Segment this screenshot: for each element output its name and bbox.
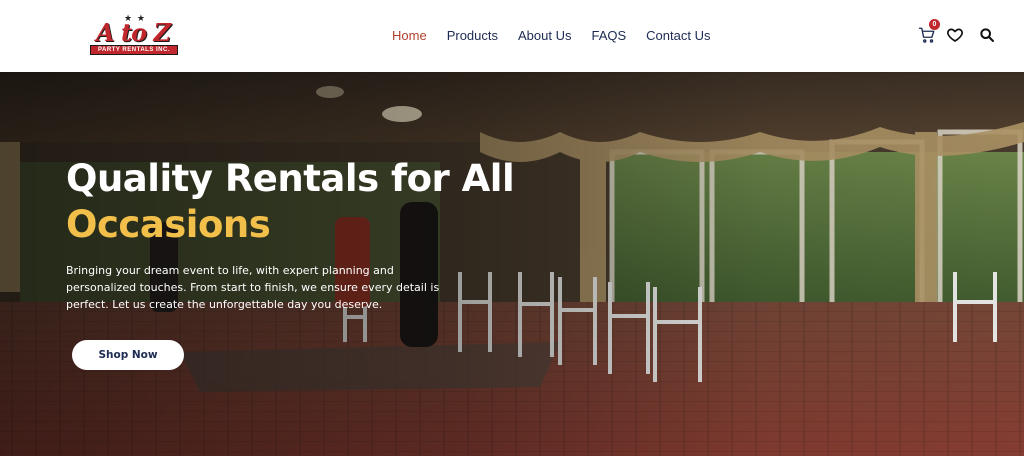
search-button[interactable] xyxy=(976,24,998,46)
site-header: ★ ★ A to Z PARTY RENTALS INC. Home Produ… xyxy=(0,0,1024,72)
hero-title: Quality Rentals for All Occasions xyxy=(66,156,586,248)
nav-products[interactable]: Products xyxy=(447,26,498,46)
shop-now-button[interactable]: Shop Now xyxy=(72,340,184,370)
nav-about-us[interactable]: About Us xyxy=(518,26,571,46)
nav-faqs[interactable]: FAQS xyxy=(591,26,626,46)
cart-count-badge: 0 xyxy=(929,19,940,30)
logo-ribbon: PARTY RENTALS INC. xyxy=(90,45,178,55)
logo-mark: A to Z xyxy=(96,18,171,47)
heart-icon xyxy=(947,28,963,42)
wishlist-button[interactable] xyxy=(944,24,966,46)
cart-button[interactable]: 0 xyxy=(916,19,940,46)
hero-banner: Quality Rentals for All Occasions Bringi… xyxy=(0,72,1024,456)
search-icon xyxy=(980,28,994,42)
hero-title-accent: Occasions xyxy=(66,203,271,246)
nav-home[interactable]: Home xyxy=(392,26,427,46)
nav-contact-us[interactable]: Contact Us xyxy=(646,26,710,46)
header-icons: 0 xyxy=(916,19,998,46)
main-nav: Home Products About Us FAQS Contact Us xyxy=(392,26,730,46)
brand-logo[interactable]: ★ ★ A to Z PARTY RENTALS INC. xyxy=(84,14,182,58)
hero-description: Bringing your dream event to life, with … xyxy=(66,264,440,311)
hero-title-line1: Quality Rentals for All xyxy=(66,157,515,200)
